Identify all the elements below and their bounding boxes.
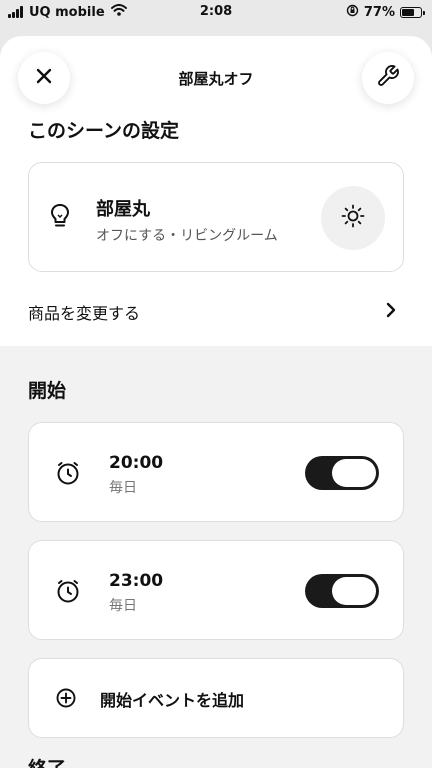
event-repeat: 毎日 (109, 480, 137, 496)
start-event-card[interactable]: 20:00 毎日 (28, 422, 404, 522)
event-time: 20:00 (109, 453, 164, 473)
product-card[interactable]: 部屋丸 オフにする・リビングルーム (28, 162, 404, 272)
event-repeat: 毎日 (109, 598, 137, 614)
status-bar: UQ mobile 2:08 77% (0, 0, 432, 30)
battery-percent: 77% (363, 5, 395, 20)
end-heading: 終了 (28, 754, 66, 768)
product-action-room: オフにする・リビングルーム (96, 228, 278, 244)
event-toggle[interactable] (305, 574, 379, 608)
clock-icon (55, 578, 81, 608)
product-name: 部屋丸 (96, 199, 150, 220)
brightness-button[interactable] (321, 186, 385, 250)
toggle-knob (332, 459, 376, 487)
add-start-event-button[interactable]: 開始イベントを追加 (28, 658, 404, 738)
event-time: 23:00 (109, 571, 164, 591)
plus-circle-icon (55, 687, 77, 713)
scene-sheet: 部屋丸オフ このシーンの設定 部屋丸 オフにする・リビングルーム 商品を変更する… (0, 36, 432, 768)
chevron-right-icon (386, 302, 396, 322)
clock-icon (55, 460, 81, 490)
start-heading: 開始 (28, 380, 67, 402)
start-event-card[interactable]: 23:00 毎日 (28, 540, 404, 640)
change-product-label: 商品を変更する (28, 304, 141, 323)
brightness-icon (340, 203, 366, 233)
battery-level-fill (402, 9, 415, 16)
change-product-row[interactable]: 商品を変更する (0, 286, 432, 336)
event-toggle[interactable] (305, 456, 379, 490)
add-start-event-label: 開始イベントを追加 (100, 691, 245, 710)
scene-settings-heading: このシーンの設定 (28, 120, 180, 142)
bulb-icon (49, 203, 71, 233)
wrench-icon (376, 64, 400, 92)
orientation-lock-icon (346, 4, 359, 21)
toggle-knob (332, 577, 376, 605)
settings-button[interactable] (362, 52, 414, 104)
battery-icon (400, 7, 425, 18)
